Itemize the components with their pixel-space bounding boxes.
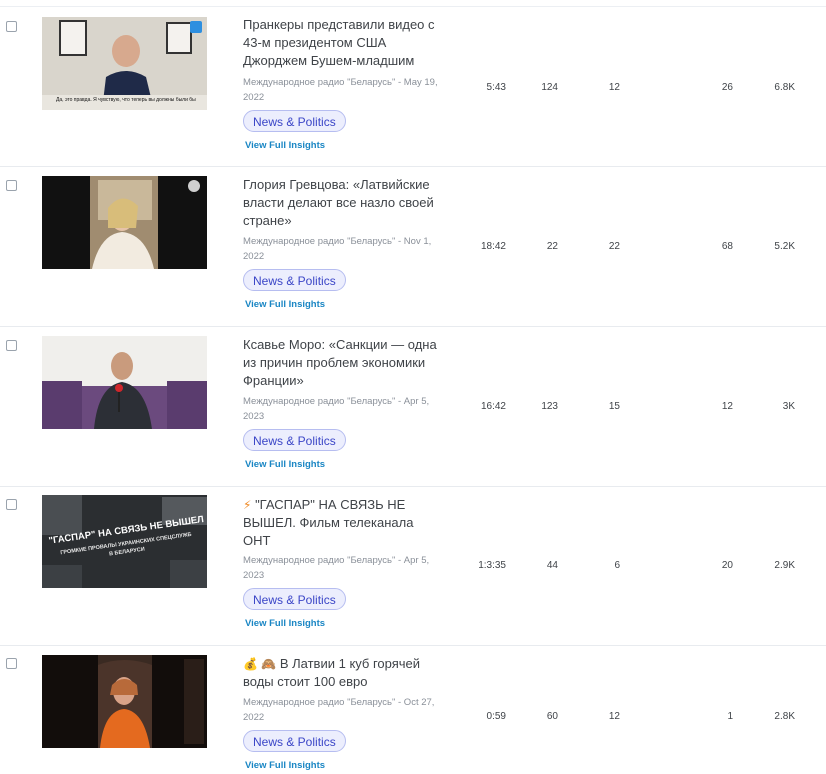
duration-cell: 16:42 — [480, 401, 506, 412]
category-tag[interactable]: News & Politics — [243, 588, 346, 610]
video-title[interactable]: Пранкеры представили видео с 43-м презид… — [243, 16, 438, 70]
video-thumbnail[interactable] — [42, 655, 207, 748]
video-meta: Международное радио "Беларусь" - May 19,… — [243, 77, 438, 103]
duration-cell: 5:43 — [486, 82, 506, 93]
row-checkbox[interactable] — [6, 499, 17, 510]
lightning-emoji-icon: ⚡ — [243, 498, 252, 512]
table-row: "ГАСПАР" НА СВЯЗЬ НЕ ВЫШЕЛ ГРОМКИЕ ПРОВА… — [0, 487, 826, 646]
video-title[interactable]: Ксавье Моро: «Санкции — одна из причин п… — [243, 336, 438, 390]
video-thumbnail[interactable]: "ГАСПАР" НА СВЯЗЬ НЕ ВЫШЕЛ ГРОМКИЕ ПРОВА… — [42, 495, 207, 588]
shares-cell: 26 — [721, 82, 733, 93]
shares-cell: 1 — [727, 711, 733, 722]
category-tag[interactable]: News & Politics — [243, 429, 346, 451]
views-cell: 2.8K — [774, 711, 795, 722]
video-title-text: "ГАСПАР" НА СВЯЗЬ НЕ ВЫШЕЛ. Фильм телека… — [243, 497, 414, 548]
video-title[interactable]: 💰 🙈 В Латвии 1 куб горячей воды стоит 10… — [243, 655, 438, 691]
duration-cell: 1:3:35 — [478, 560, 506, 571]
view-insights-link[interactable]: View Full Insights — [245, 299, 325, 310]
video-title[interactable]: ⚡ "ГАСПАР" НА СВЯЗЬ НЕ ВЫШЕЛ. Фильм теле… — [243, 496, 438, 550]
video-thumbnail[interactable] — [42, 176, 207, 269]
comments-cell: 15 — [608, 401, 620, 412]
video-meta: Международное радио "Беларусь" - Apr 5, … — [243, 555, 430, 581]
video-meta: Международное радио "Беларусь" - Nov 1, … — [243, 236, 432, 262]
thumbnail-image — [42, 176, 207, 269]
video-thumbnail[interactable]: Да, это правда. Я чувствую, что теперь в… — [42, 17, 207, 110]
row-checkbox[interactable] — [6, 658, 17, 669]
thumbnail-image — [42, 336, 207, 429]
comments-cell: 12 — [608, 711, 620, 722]
views-cell: 5.2K — [774, 241, 795, 252]
views-cell: 6.8K — [774, 82, 795, 93]
view-insights-link[interactable]: View Full Insights — [245, 459, 325, 470]
category-tag[interactable]: News & Politics — [243, 730, 346, 752]
views-cell: 2.9K — [774, 560, 795, 571]
table-row: Да, это правда. Я чувствую, что теперь в… — [0, 7, 826, 167]
shares-cell: 68 — [721, 241, 733, 252]
video-thumbnail[interactable] — [42, 336, 207, 429]
moneybag-monkey-emoji-icon: 💰 🙈 — [243, 657, 277, 671]
table-row: Глория Гревцова: «Латвийские власти дела… — [0, 167, 826, 327]
thumbnail-image — [42, 655, 207, 748]
video-title[interactable]: Глория Гревцова: «Латвийские власти дела… — [243, 176, 438, 230]
row-checkbox[interactable] — [6, 340, 17, 351]
view-insights-link[interactable]: View Full Insights — [245, 760, 325, 771]
shares-cell: 12 — [721, 401, 733, 412]
comments-cell: 22 — [608, 241, 620, 252]
likes-cell: 60 — [546, 711, 558, 722]
row-checkbox[interactable] — [6, 21, 17, 32]
duration-cell: 0:59 — [486, 711, 506, 722]
view-insights-link[interactable]: View Full Insights — [245, 140, 325, 151]
likes-cell: 22 — [546, 241, 558, 252]
table-row: 💰 🙈 В Латвии 1 куб горячей воды стоит 10… — [0, 646, 826, 774]
comments-cell: 6 — [614, 560, 620, 571]
comments-cell: 12 — [608, 82, 620, 93]
video-meta: Международное радио "Беларусь" - Apr 5, … — [243, 396, 430, 422]
category-tag[interactable]: News & Politics — [243, 269, 346, 291]
category-tag[interactable]: News & Politics — [243, 110, 346, 132]
shares-cell: 20 — [721, 560, 733, 571]
views-cell: 3K — [782, 401, 795, 412]
likes-cell: 44 — [546, 560, 558, 571]
likes-cell: 123 — [541, 401, 558, 412]
duration-cell: 18:42 — [480, 241, 506, 252]
thumbnail-caption: Да, это правда. Я чувствую, что теперь в… — [56, 97, 196, 103]
likes-cell: 124 — [541, 82, 558, 93]
table-row: Ксавье Моро: «Санкции — одна из причин п… — [0, 327, 826, 487]
row-checkbox[interactable] — [6, 180, 17, 191]
view-insights-link[interactable]: View Full Insights — [245, 618, 325, 629]
video-meta: Международное радио "Беларусь" - Oct 27,… — [243, 697, 435, 723]
